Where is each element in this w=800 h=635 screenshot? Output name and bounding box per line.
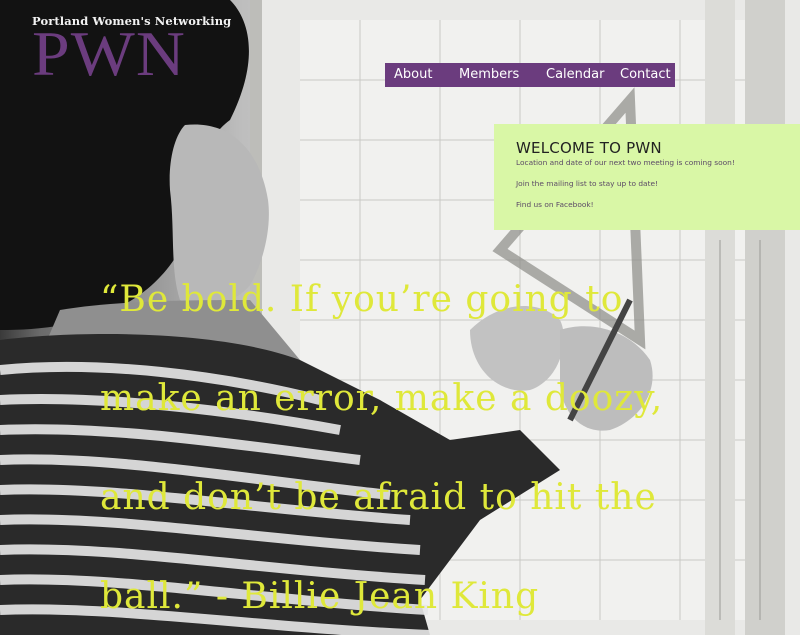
mailing-list-link[interactable]: Join the mailing list to stay up to date… xyxy=(516,179,800,188)
quote-line-3: and don’t be afraid to hit the xyxy=(100,477,657,518)
facebook-link[interactable]: Find us on Facebook! xyxy=(516,200,800,209)
welcome-title: WELCOME TO PWN xyxy=(516,139,662,157)
quote-line-1: “Be bold. If you’re going to xyxy=(100,279,624,320)
main-nav: About Members Calendar Contact xyxy=(385,63,675,87)
meeting-notice: Location and date of our next two meetin… xyxy=(516,158,735,167)
logo-mark: PWN xyxy=(32,18,186,89)
quote-line-2: make an error, make a doozy, xyxy=(100,378,664,419)
nav-calendar[interactable]: Calendar xyxy=(546,67,604,82)
nav-contact[interactable]: Contact xyxy=(620,67,671,82)
nav-about[interactable]: About xyxy=(394,67,432,82)
welcome-panel: WELCOME TO PWN Location and date of our … xyxy=(494,124,800,230)
nav-members[interactable]: Members xyxy=(459,67,519,82)
featured-quote: “Be bold. If you’re going to make an err… xyxy=(100,250,790,635)
quote-line-4: ball.” - Billie Jean King xyxy=(100,576,540,617)
site-logo[interactable]: Portland Women's Networking PWN xyxy=(32,14,231,86)
